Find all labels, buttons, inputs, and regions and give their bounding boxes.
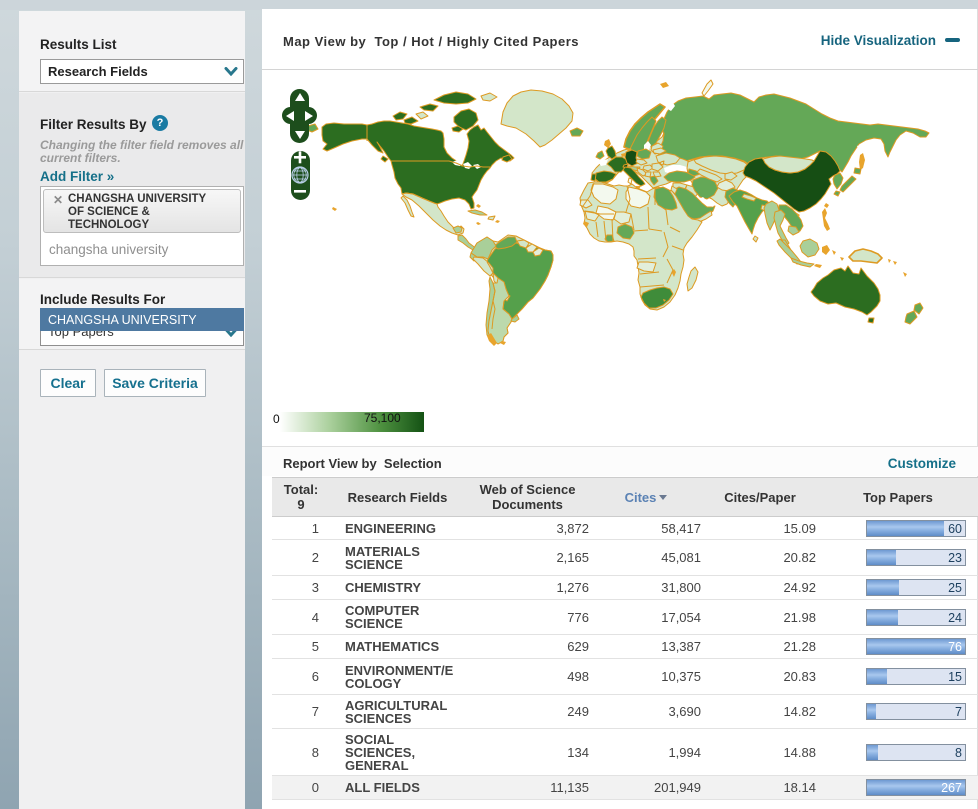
svg-text:0: 0 — [273, 412, 280, 426]
svg-text:75,100: 75,100 — [364, 411, 401, 425]
